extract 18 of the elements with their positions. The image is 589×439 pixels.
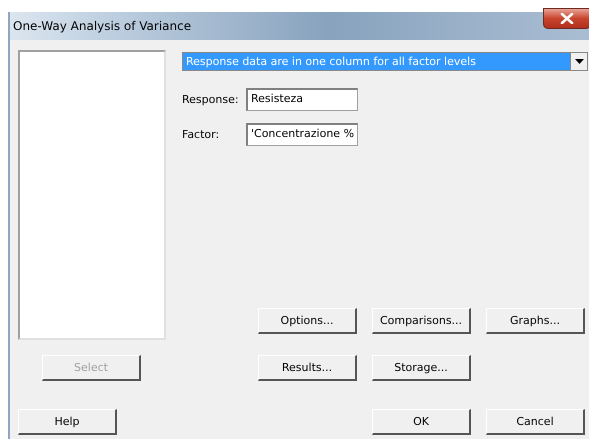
dialog-button[interactable]: Options... xyxy=(258,308,357,334)
dialog-button[interactable]: OK xyxy=(372,409,471,435)
field-label: Response: xyxy=(182,93,240,106)
dialog-button[interactable]: Storage... xyxy=(372,355,471,381)
caret-icon xyxy=(574,59,584,64)
field-label: Factor: xyxy=(182,128,220,141)
dialog-button[interactable]: Results... xyxy=(258,355,357,381)
variable-list[interactable] xyxy=(18,50,166,340)
dialog-button[interactable]: Graphs... xyxy=(486,308,585,334)
close-button[interactable] xyxy=(543,8,589,29)
dropdown-button[interactable] xyxy=(570,53,587,70)
dialog-button[interactable]: Cancel xyxy=(486,409,585,435)
dialog-button[interactable]: Comparisons... xyxy=(372,308,471,334)
dialog-button[interactable]: Help xyxy=(18,409,117,435)
close-icon xyxy=(560,13,574,24)
input-field[interactable]: Resisteza xyxy=(246,88,358,111)
window-title: One-Way Analysis of Variance xyxy=(13,19,192,33)
input-field[interactable]: 'Concentrazione % xyxy=(246,123,358,146)
